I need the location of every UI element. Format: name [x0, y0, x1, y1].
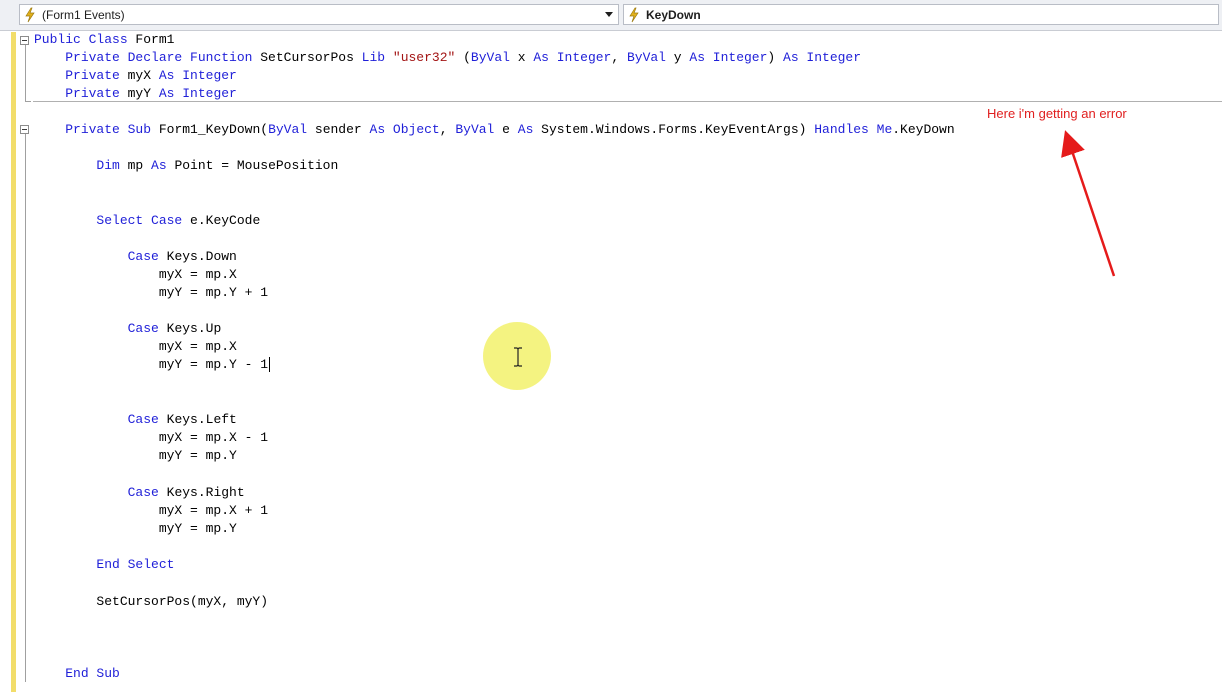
annotation-arrow [1061, 130, 1116, 277]
ibeam-cursor-icon [514, 347, 522, 367]
red-arrow-line [1061, 130, 1116, 277]
